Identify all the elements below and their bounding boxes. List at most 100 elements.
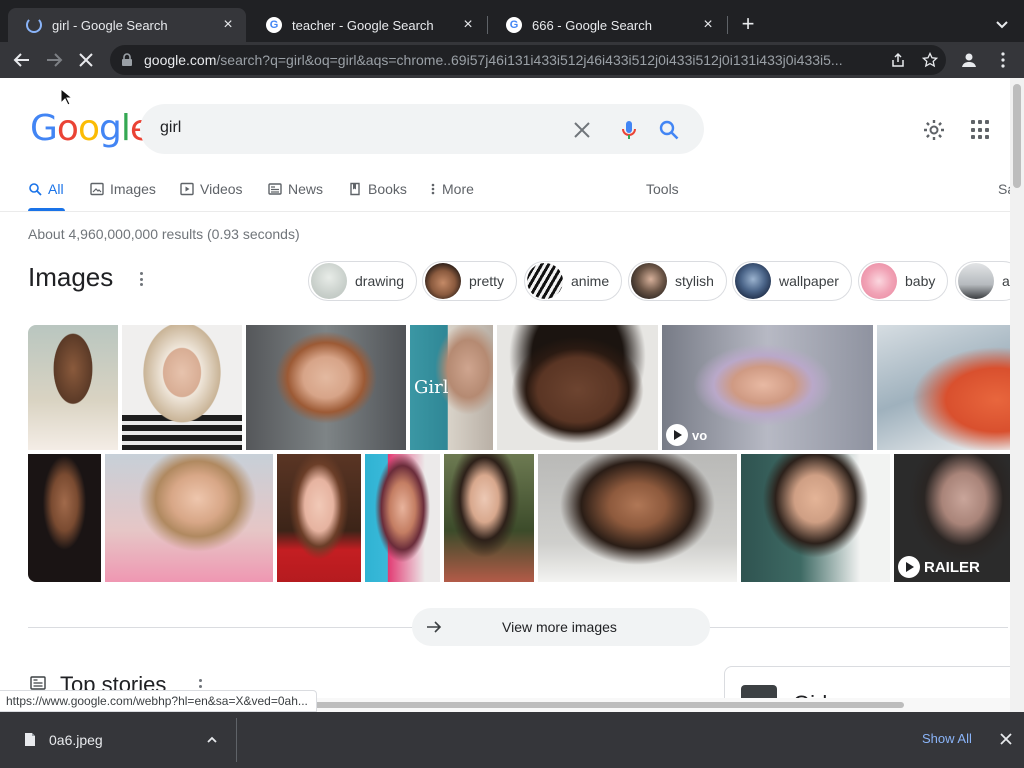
video-badge: vo (662, 424, 715, 446)
chip-anime[interactable]: anime (524, 261, 623, 301)
view-more-images-button[interactable]: View more images (412, 608, 710, 646)
play-icon (180, 182, 194, 196)
image-result[interactable] (538, 454, 737, 582)
download-filename: 0a6.jpeg (49, 732, 103, 748)
vertical-scrollbar[interactable] (1010, 78, 1024, 712)
tab-girl[interactable]: girl - Google Search × (8, 8, 246, 42)
arrow-left-icon (13, 53, 29, 67)
image-result[interactable] (365, 454, 440, 582)
tab-divider (727, 16, 728, 34)
image-result[interactable]: vo (662, 325, 873, 450)
scrollbar-thumb[interactable] (1013, 84, 1021, 188)
url-path: /search?q=girl&oq=girl&aqs=chrome..69i57… (216, 52, 843, 68)
clear-icon[interactable] (571, 119, 593, 141)
chip-label: baby (905, 273, 936, 289)
chip-label: wallpaper (779, 273, 839, 289)
video-badge-label: RAILER (924, 558, 980, 576)
tab-title: 666 - Google Search (532, 17, 652, 33)
new-tab-button[interactable]: + (736, 12, 760, 36)
news-icon (268, 183, 282, 195)
image-result[interactable] (277, 454, 361, 582)
chevron-down-icon[interactable] (990, 12, 1014, 36)
chip-label: drawing (355, 273, 405, 289)
google-logo[interactable]: Google (30, 108, 152, 149)
google-favicon-icon: G (506, 17, 522, 33)
chip-thumbnail (425, 263, 461, 299)
chip-stylish[interactable]: stylish (628, 261, 727, 301)
back-button[interactable] (10, 48, 34, 72)
gear-icon[interactable] (922, 118, 946, 142)
chip-a[interactable]: a (955, 261, 1010, 301)
tab-666[interactable]: G 666 - Google Search × (488, 8, 726, 42)
tab-all[interactable]: All (28, 181, 64, 197)
book-icon (350, 182, 360, 196)
images-options-icon[interactable] (140, 272, 144, 286)
tab-videos[interactable]: Videos (180, 181, 243, 197)
chip-drawing[interactable]: drawing (308, 261, 418, 301)
chevron-up-icon[interactable] (205, 734, 219, 746)
arrow-right-icon (427, 621, 442, 633)
tab-label: Images (110, 181, 156, 197)
chip-label: stylish (675, 273, 714, 289)
chip-wallpaper[interactable]: wallpaper (732, 261, 852, 301)
download-item[interactable]: 0a6.jpeg (0, 712, 236, 768)
kebab-icon (431, 183, 435, 195)
arrow-right-icon (47, 53, 63, 67)
forward-button[interactable] (42, 48, 66, 72)
view-more-label: View more images (502, 619, 617, 635)
profile-icon[interactable] (960, 51, 978, 69)
image-result[interactable] (877, 325, 1010, 450)
close-icon[interactable] (998, 731, 1014, 747)
share-icon[interactable] (890, 52, 906, 68)
tab-more[interactable]: More (430, 181, 474, 197)
menu-kebab-icon[interactable] (994, 51, 1012, 69)
image-result[interactable] (122, 325, 242, 450)
close-tab-icon[interactable]: × (700, 17, 716, 33)
news-icon (30, 676, 46, 690)
tab-images[interactable]: Images (90, 181, 156, 197)
image-result[interactable] (497, 325, 658, 450)
microphone-icon[interactable] (618, 119, 640, 141)
search-icon[interactable] (658, 119, 680, 141)
chip-baby[interactable]: baby (858, 261, 949, 301)
tab-label: More (442, 181, 474, 197)
chip-label: anime (571, 273, 610, 289)
download-bar: 0a6.jpeg Show All (0, 712, 1024, 768)
search-box[interactable]: girl (140, 104, 704, 154)
image-result[interactable] (444, 454, 534, 582)
image-result[interactable] (246, 325, 406, 450)
scrollbar-thumb[interactable] (300, 702, 904, 708)
tab-title: teacher - Google Search (292, 17, 434, 33)
show-all-button[interactable]: Show All (922, 731, 972, 746)
image-result[interactable] (741, 454, 890, 582)
address-bar[interactable]: google.com/search?q=girl&oq=girl&aqs=chr… (110, 45, 946, 75)
apps-grid-icon[interactable] (971, 120, 991, 140)
poster-text: Girl (414, 377, 449, 398)
search-input[interactable]: girl (160, 119, 181, 137)
image-result[interactable] (28, 454, 101, 582)
tools-button[interactable]: Tools (646, 181, 679, 197)
lock-icon[interactable] (120, 53, 134, 67)
tab-news[interactable]: News (268, 181, 323, 197)
image-result[interactable] (28, 325, 118, 450)
tab-teacher[interactable]: G teacher - Google Search × (248, 8, 486, 42)
image-result[interactable]: Girl (410, 325, 493, 450)
status-url-bubble: https://www.google.com/webhp?hl=en&sa=X&… (0, 690, 317, 712)
close-tab-icon[interactable]: × (220, 17, 236, 33)
chip-thumbnail (631, 263, 667, 299)
star-icon[interactable] (922, 52, 938, 68)
close-icon (79, 53, 93, 67)
video-badge-label: vo (692, 427, 708, 443)
browser-toolbar: google.com/search?q=girl&oq=girl&aqs=chr… (0, 42, 1024, 78)
download-divider (236, 718, 237, 762)
close-tab-icon[interactable]: × (460, 17, 476, 33)
tab-books[interactable]: Books (348, 181, 407, 197)
chip-pretty[interactable]: pretty (422, 261, 518, 301)
search-icon (29, 183, 42, 196)
image-result[interactable] (105, 454, 273, 582)
image-result[interactable]: RAILER (894, 454, 1010, 582)
safesearch-button[interactable]: Sa (998, 181, 1010, 197)
tab-label: News (288, 181, 324, 197)
tab-label: All (48, 181, 64, 197)
stop-loading-button[interactable] (74, 48, 98, 72)
